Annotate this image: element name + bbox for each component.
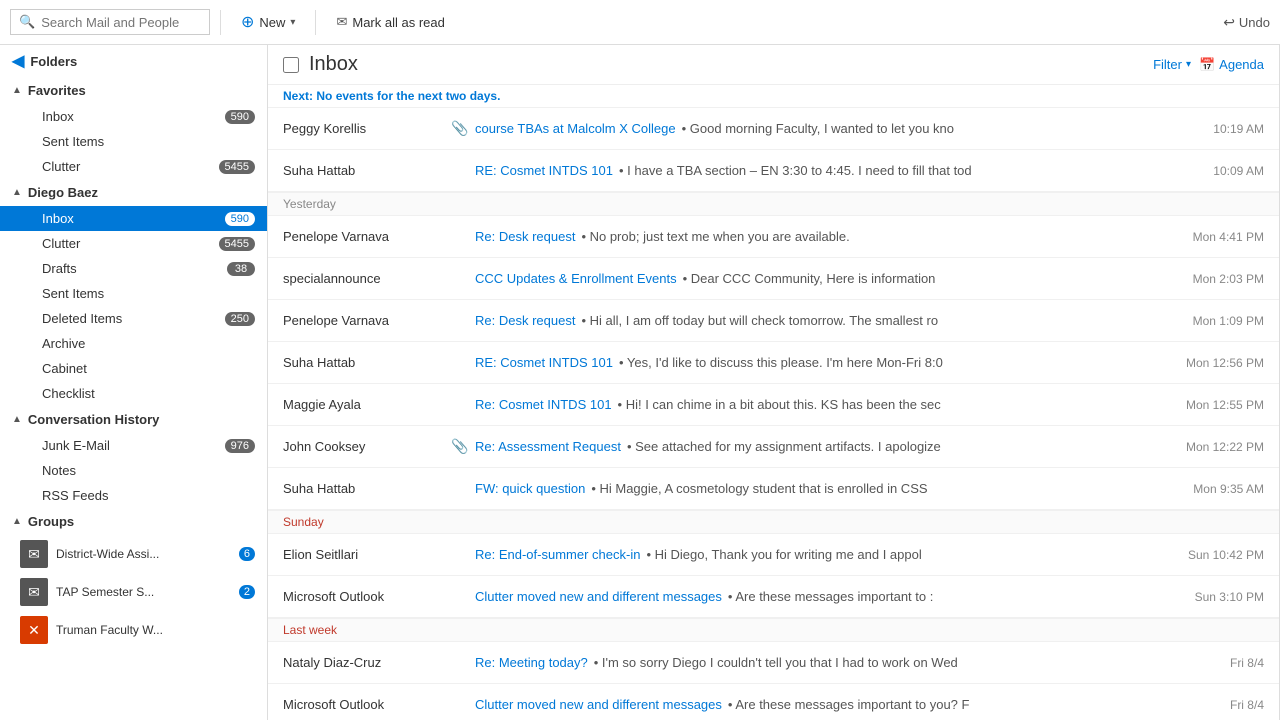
sidebar-item-cabinet[interactable]: Cabinet [0,356,267,381]
group-icon-tap: ✉ [20,578,48,606]
sidebar-item-inbox[interactable]: Inbox 590 [0,206,267,231]
email-row[interactable]: Penelope Varnava Re: Desk request • Hi a… [268,300,1279,342]
group-icon-district: ✉ [20,540,48,568]
sidebar: ◀ Folders ▲ Favorites Inbox 590 Sent Ite… [0,45,268,720]
email-row[interactable]: Penelope Varnava Re: Desk request • No p… [268,216,1279,258]
sidebar-item-rss[interactable]: RSS Feeds [0,483,267,508]
plus-icon: ⊕ [241,12,254,32]
collapse-icon: ▲ [12,516,22,527]
date-separator-last-week: Last week [268,618,1279,642]
inbox-title: Inbox [309,53,358,76]
email-row[interactable]: specialannounce CCC Updates & Enrollment… [268,258,1279,300]
conversation-history-header[interactable]: ▲ Conversation History [0,406,267,433]
filter-area: Filter ▾ 📅 Agenda [1153,57,1264,73]
attachment-icon: 📎 [451,120,467,137]
sidebar-item-checklist[interactable]: Checklist [0,381,267,406]
email-row[interactable]: Suha Hattab RE: Cosmet INTDS 101 • I hav… [268,150,1279,192]
search-icon: 🔍 [19,14,35,30]
collapse-icon: ▲ [12,187,22,198]
folders-header[interactable]: ◀ Folders [0,45,267,77]
email-row[interactable]: John Cooksey 📎 Re: Assessment Request • … [268,426,1279,468]
next-bar: Next: No events for the next two days. [268,85,1279,108]
calendar-icon: 📅 [1199,57,1215,73]
undo-icon: ↩ [1223,14,1235,31]
email-row[interactable]: Elion Seitllari Re: End-of-summer check-… [268,534,1279,576]
sidebar-item-favorites-inbox[interactable]: Inbox 590 [0,104,267,129]
back-icon: ◀ [12,51,24,71]
group-icon-truman: ✕ [20,616,48,644]
main-content: ◀ Folders ▲ Favorites Inbox 590 Sent Ite… [0,45,1280,720]
sidebar-item-clutter[interactable]: Clutter 5455 [0,231,267,256]
sidebar-item-junk[interactable]: Junk E-Mail 976 [0,433,267,458]
group-item-district[interactable]: ✉ District-Wide Assi... 6 [0,535,267,573]
next-label: Next: [283,89,313,103]
search-input[interactable] [41,15,191,30]
favorites-header[interactable]: ▲ Favorites [0,77,267,104]
next-text: No events for the next two days. [316,89,500,103]
undo-button[interactable]: ↩ Undo [1223,14,1270,31]
email-row[interactable]: Suha Hattab RE: Cosmet INTDS 101 • Yes, … [268,342,1279,384]
collapse-icon: ▲ [12,85,22,96]
groups-header[interactable]: ▲ Groups [0,508,267,535]
email-body: RE: Cosmet INTDS 101 • I have a TBA sect… [475,163,1171,178]
filter-button[interactable]: Filter ▾ [1153,57,1191,72]
date-separator-yesterday: Yesterday [268,192,1279,216]
folders-label: Folders [30,54,77,69]
email-row[interactable]: Nataly Diaz-Cruz Re: Meeting today? • I'… [268,642,1279,684]
mark-all-read-button[interactable]: ✉ Mark all as read [326,9,454,35]
envelope-icon: ✉ [336,14,347,30]
agenda-button[interactable]: 📅 Agenda [1199,57,1264,73]
favorites-label: Favorites [28,83,86,98]
email-row[interactable]: Maggie Ayala Re: Cosmet INTDS 101 • Hi! … [268,384,1279,426]
sidebar-item-deleted[interactable]: Deleted Items 250 [0,306,267,331]
toolbar: 🔍 ⊕ New ▾ ✉ Mark all as read ↩ Undo [0,0,1280,45]
inbox-header: Inbox Filter ▾ 📅 Agenda [268,45,1279,85]
conversation-history-label: Conversation History [28,412,159,427]
date-separator-sunday: Sunday [268,510,1279,534]
diego-header[interactable]: ▲ Diego Baez [0,179,267,206]
sidebar-item-notes[interactable]: Notes [0,458,267,483]
email-row[interactable]: Microsoft Outlook Clutter moved new and … [268,684,1279,720]
group-item-truman[interactable]: ✕ Truman Faculty W... [0,611,267,649]
group-item-tap[interactable]: ✉ TAP Semester S... 2 [0,573,267,611]
email-body: course TBAs at Malcolm X College • Good … [475,121,1171,136]
email-row[interactable]: Suha Hattab FW: quick question • Hi Magg… [268,468,1279,510]
dropdown-arrow-icon[interactable]: ▾ [290,17,295,28]
sidebar-item-archive[interactable]: Archive [0,331,267,356]
collapse-icon: ▲ [12,414,22,425]
sidebar-item-sent[interactable]: Sent Items [0,281,267,306]
select-all-checkbox[interactable] [283,57,299,73]
groups-label: Groups [28,514,74,529]
new-button[interactable]: ⊕ New ▾ [231,7,305,37]
diego-label: Diego Baez [28,185,98,200]
search-box[interactable]: 🔍 [10,9,210,35]
chevron-down-icon: ▾ [1186,59,1191,70]
attachment-icon: 📎 [451,438,467,455]
email-row[interactable]: Peggy Korellis 📎 course TBAs at Malcolm … [268,108,1279,150]
email-list: Inbox Filter ▾ 📅 Agenda Next: No events … [268,45,1280,720]
sidebar-item-favorites-clutter[interactable]: Clutter 5455 [0,154,267,179]
filter-label: Filter [1153,57,1182,72]
sidebar-item-drafts[interactable]: Drafts 38 [0,256,267,281]
sidebar-item-favorites-sent[interactable]: Sent Items [0,129,267,154]
email-row[interactable]: Microsoft Outlook Clutter moved new and … [268,576,1279,618]
